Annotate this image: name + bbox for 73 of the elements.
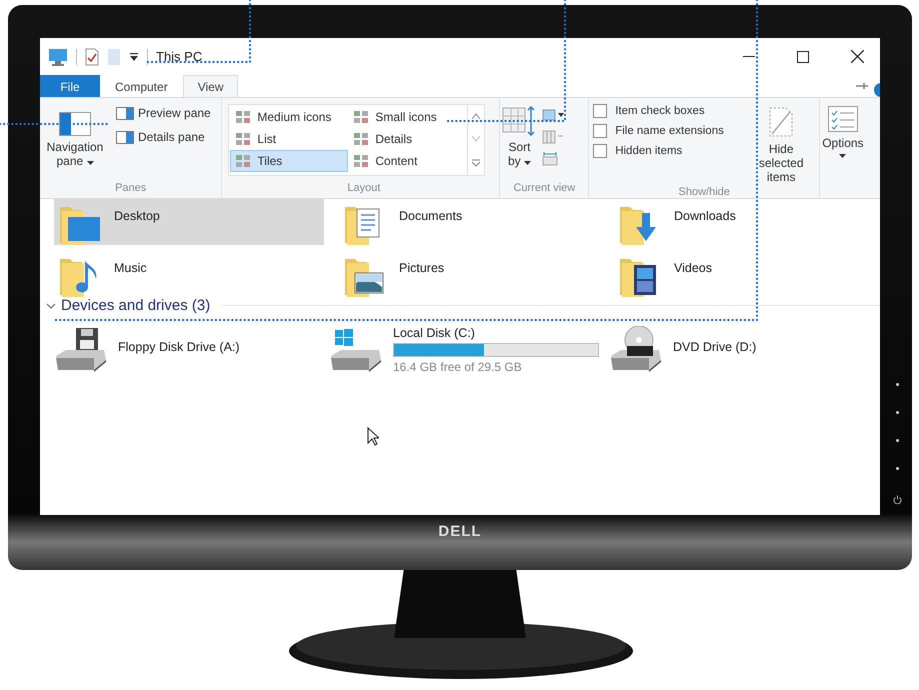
ribbon-tab[interactable]: View <box>182 75 238 97</box>
drive-name[interactable]: Local Disk (C:) <box>393 326 599 340</box>
brand-logo: DELL <box>438 522 482 540</box>
folder-item[interactable]: Videos <box>614 251 880 297</box>
customize-dropdown-icon[interactable] <box>129 52 139 62</box>
minimize-icon <box>743 56 755 57</box>
drive-name[interactable]: Floppy Disk Drive (A:) <box>118 326 240 354</box>
fit-columns-icon[interactable] <box>542 152 558 166</box>
folder-item[interactable]: Downloads <box>614 199 880 245</box>
window-title: This PC <box>156 49 202 64</box>
drive-icon <box>329 326 383 372</box>
section-title: Devices and drives (3) <box>61 297 210 314</box>
computer-icon[interactable] <box>48 48 68 66</box>
view-icon <box>353 154 370 168</box>
hide-selected-items-button[interactable]: Hide selected items <box>743 104 820 186</box>
close-icon <box>850 50 864 63</box>
pane-icon <box>116 130 134 144</box>
monitor-button[interactable] <box>896 411 899 414</box>
hide-items-icon <box>768 106 794 138</box>
monitor-button[interactable] <box>896 467 899 470</box>
view-icon <box>235 132 252 146</box>
checkbox[interactable] <box>593 124 608 138</box>
layout-option[interactable]: Details <box>348 128 466 150</box>
group-label: Current view <box>512 182 576 196</box>
caret-icon <box>839 154 846 158</box>
checkbox[interactable] <box>593 144 608 158</box>
layout-option[interactable]: Small icons <box>348 106 466 128</box>
maximize-icon <box>797 50 809 62</box>
checkbox[interactable] <box>593 104 608 118</box>
monitor-button[interactable] <box>896 439 899 442</box>
view-icon <box>353 110 370 124</box>
group-label: Show/hide <box>678 186 731 198</box>
ribbon-tab[interactable]: File <box>40 75 100 97</box>
options-button[interactable]: Options <box>820 104 866 160</box>
ribbon-tab[interactable]: Computer <box>100 75 183 97</box>
power-icon[interactable] <box>893 495 902 504</box>
checkbox-option[interactable]: Item check boxes <box>593 104 740 118</box>
group-label: Layout <box>346 182 382 196</box>
options-icon <box>828 106 858 132</box>
sort-icon <box>502 106 536 136</box>
free-space-text: 16.4 GB free of 29.5 GB <box>393 360 523 374</box>
navigation-pane-icon <box>59 112 91 136</box>
layout-option[interactable]: List <box>230 128 348 150</box>
monitor-button[interactable] <box>896 383 899 386</box>
drive-icon <box>54 326 108 372</box>
folder-item[interactable]: Desktop <box>54 199 324 245</box>
group-label: Panes <box>114 182 148 196</box>
drive-icon <box>609 326 663 372</box>
layout-option[interactable]: Content <box>348 150 466 172</box>
caret-icon <box>524 161 531 165</box>
chevron-down-icon[interactable] <box>46 302 56 310</box>
drive-name[interactable]: DVD Drive (D:) <box>673 326 756 354</box>
layout-option[interactable]: Medium icons <box>230 106 348 128</box>
scroll-up-icon[interactable] <box>472 113 480 120</box>
pane-button[interactable]: Preview pane <box>114 104 213 122</box>
folder-item[interactable]: Documents <box>339 199 609 245</box>
pane-button[interactable]: Details pane <box>114 128 213 146</box>
mouse-pointer-icon <box>367 427 379 446</box>
layout-option[interactable]: Tiles <box>230 150 348 172</box>
folder-item[interactable]: Music <box>54 251 324 297</box>
group-by-icon[interactable] <box>542 108 564 122</box>
checkbox-option[interactable]: Hidden items <box>593 144 740 158</box>
view-icon <box>235 110 252 124</box>
view-icon <box>353 132 370 146</box>
caret-icon <box>86 161 94 165</box>
more-icon[interactable] <box>472 158 480 167</box>
navigation-pane-button[interactable]: Navigation pane <box>40 104 110 170</box>
view-icon <box>235 154 252 168</box>
folder-item[interactable]: Pictures <box>339 251 609 297</box>
properties-icon[interactable] <box>85 48 99 66</box>
pane-icon <box>116 106 134 120</box>
checkbox-option[interactable]: File name extensions <box>593 124 740 138</box>
sort-by-button[interactable]: Sort by <box>500 104 538 170</box>
